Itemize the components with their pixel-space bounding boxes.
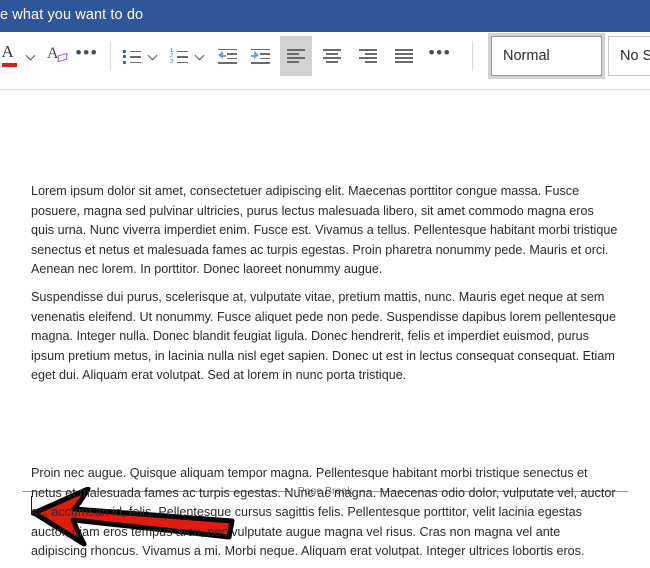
font-color-button[interactable]: A — [0, 36, 24, 76]
clear-formatting-button[interactable]: A — [43, 36, 73, 76]
ribbon-toolbar: A A ••• 1 2 3 ••• Normal No — [0, 32, 650, 90]
decrease-indent-button[interactable] — [212, 36, 242, 76]
ellipsis-icon: ••• — [75, 42, 99, 62]
align-center-button[interactable] — [316, 36, 348, 76]
chevron-down-icon — [149, 52, 158, 61]
numbered-list-button[interactable]: 1 2 3 — [166, 36, 192, 76]
decrease-indent-icon — [217, 48, 237, 64]
justify-button[interactable] — [388, 36, 420, 76]
numbered-list-dropdown[interactable] — [191, 36, 209, 76]
tell-me-input-text[interactable]: e what you want to do — [0, 7, 143, 23]
style-normal-label: Normal — [503, 48, 550, 64]
align-right-icon — [359, 49, 377, 63]
style-normal[interactable]: Normal — [488, 33, 605, 79]
increase-indent-icon — [250, 48, 270, 64]
ribbon-separator-2 — [472, 41, 473, 71]
paragraph-more-button[interactable]: ••• — [424, 36, 456, 76]
bullet-list-button[interactable] — [119, 36, 145, 76]
paragraph-2[interactable]: Suspendisse dui purus, scelerisque at, v… — [31, 288, 619, 386]
style-no-spacing[interactable]: No Sp — [608, 36, 650, 76]
style-no-spacing-label: No Sp — [620, 48, 650, 64]
bullet-list-icon — [123, 49, 141, 64]
ribbon-separator-1 — [110, 41, 111, 71]
paragraph-3[interactable]: Proin nec augue. Quisque aliquam tempor … — [31, 464, 619, 562]
paragraph-1[interactable]: Lorem ipsum dolor sit amet, consectetuer… — [31, 182, 619, 280]
chevron-down-icon — [27, 52, 36, 61]
font-color-dropdown[interactable] — [22, 36, 40, 76]
font-more-button[interactable]: ••• — [72, 36, 102, 76]
increase-indent-button[interactable] — [245, 36, 275, 76]
align-center-icon — [323, 49, 341, 63]
align-right-button[interactable] — [352, 36, 384, 76]
align-left-icon — [287, 49, 305, 63]
numbered-list-icon: 1 2 3 — [170, 48, 188, 64]
font-color-icon: A — [1, 42, 19, 68]
bullet-list-dropdown[interactable] — [144, 36, 162, 76]
clear-formatting-icon: A — [47, 45, 69, 67]
chevron-down-icon — [196, 52, 205, 61]
document-canvas[interactable]: Lorem ipsum dolor sit amet, consectetuer… — [0, 91, 650, 568]
ellipsis-icon: ••• — [428, 42, 452, 62]
justify-icon — [395, 49, 413, 63]
align-left-button[interactable] — [280, 36, 312, 76]
tell-me-bar[interactable]: e what you want to do — [0, 0, 650, 32]
